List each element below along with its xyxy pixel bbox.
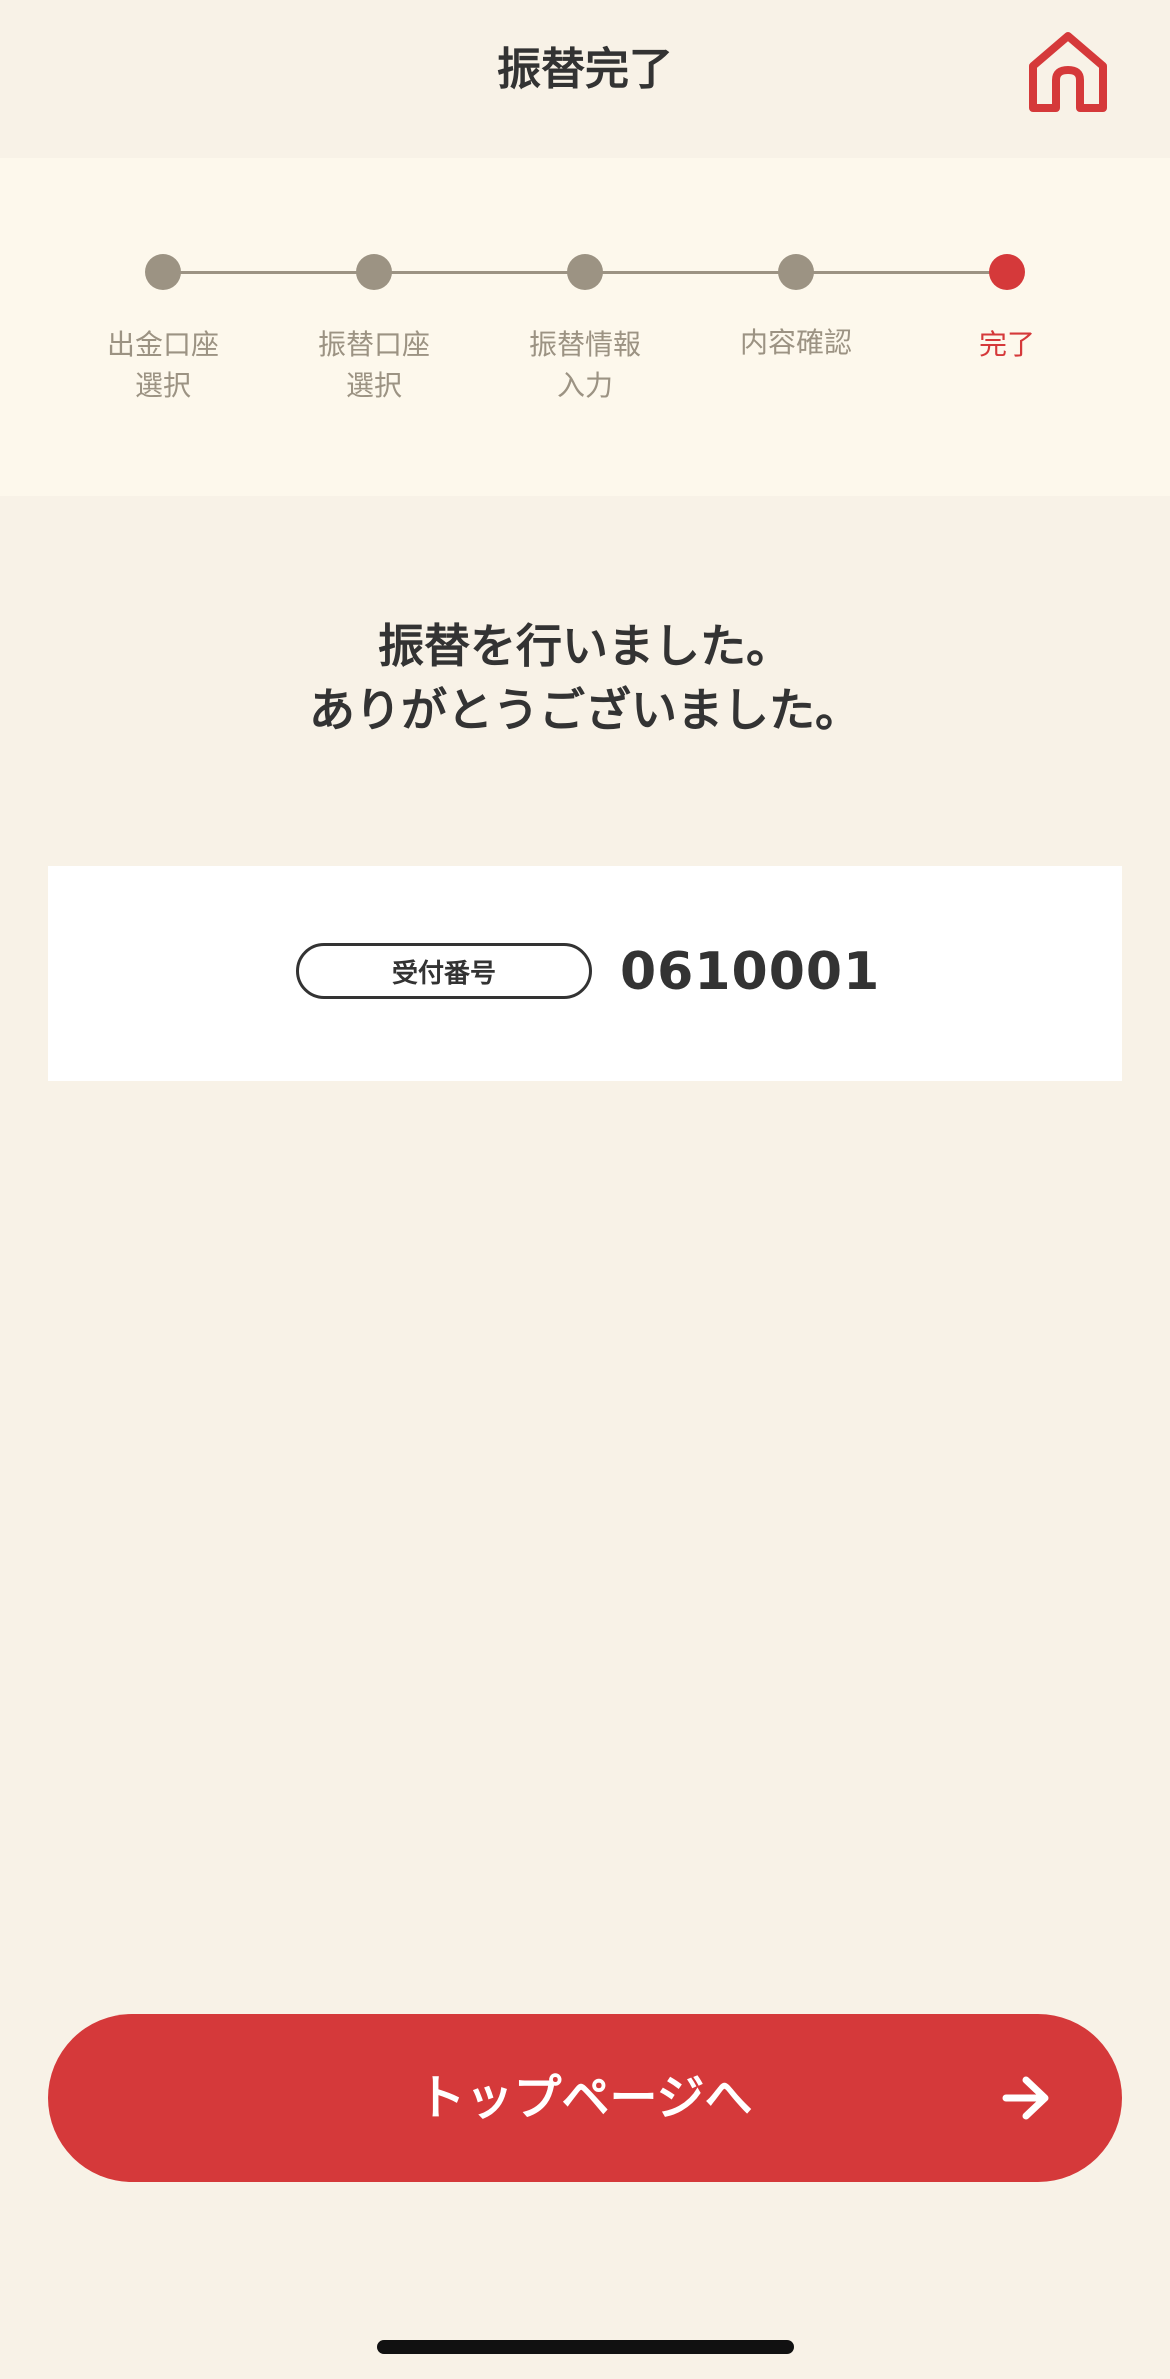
home-button[interactable]	[1020, 24, 1116, 120]
completion-message: 振替を行いました。 ありがとうございました。	[0, 614, 1170, 742]
home-icon	[1029, 32, 1107, 112]
top-page-button[interactable]: トップページへ	[48, 2014, 1122, 2182]
completion-message-line-1: 振替を行いました。	[378, 619, 792, 673]
step-label-withdraw-account: 出金口座 選択	[106, 328, 219, 402]
receipt-number-value: 0610001	[620, 942, 881, 1002]
step-dot-3	[567, 254, 603, 290]
step-label-complete: 完了	[978, 328, 1035, 361]
top-page-button-label: トップページへ	[417, 2070, 753, 2126]
step-dot-5-current	[989, 254, 1025, 290]
header: 振替完了	[0, 0, 1170, 158]
step-label-confirm: 内容確認	[739, 326, 852, 359]
receipt-number-label: 受付番号	[296, 943, 592, 999]
step-dot-4	[778, 254, 814, 290]
home-indicator	[377, 2340, 794, 2354]
step-label-transfer-info: 振替情報 入力	[528, 328, 641, 402]
step-dot-1	[145, 254, 181, 290]
completion-message-line-2: ありがとうございました。	[309, 683, 861, 737]
step-label-transfer-account: 振替口座 選択	[317, 328, 430, 402]
step-dot-2	[356, 254, 392, 290]
arrow-right-icon	[1002, 2076, 1049, 2120]
page-title: 振替完了	[497, 44, 673, 95]
